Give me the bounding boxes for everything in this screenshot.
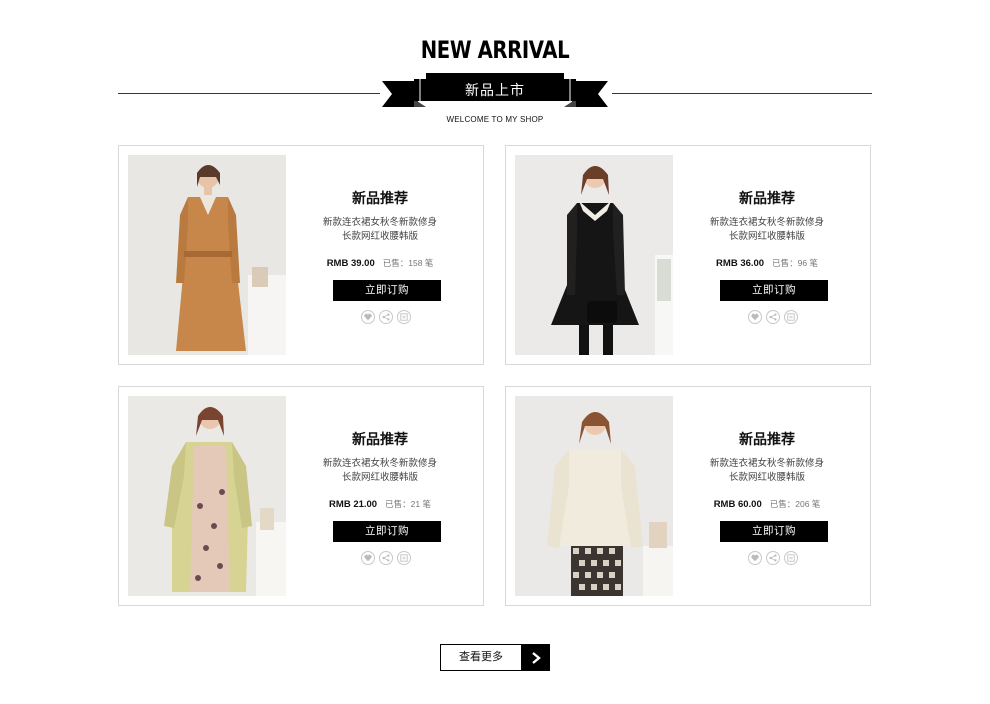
heart-icon[interactable] — [748, 310, 762, 324]
product-image[interactable] — [515, 396, 673, 596]
comment-icon[interactable] — [397, 551, 411, 565]
share-icon[interactable] — [379, 310, 393, 324]
description-line: 新款连衣裙女秋冬新款修身 — [322, 217, 437, 228]
product-info: 新品推荐 新款连衣裙女秋冬新款修身 长款网红收腰韩版 RMB 36.00 已售：9… — [702, 146, 832, 366]
divider-left — [118, 93, 380, 94]
price-row: RMB 36.00 已售：96 笔 — [702, 257, 832, 271]
heart-icon[interactable] — [361, 551, 375, 565]
product-name: 新品推荐 — [739, 190, 795, 206]
product-description: 新款连衣裙女秋冬新款修身 长款网红收腰韩版 — [309, 457, 451, 485]
product-image[interactable] — [128, 155, 286, 355]
action-icons — [361, 310, 421, 324]
buy-now-button[interactable]: 立即订购 — [720, 280, 828, 301]
description-line: 新款连衣裙女秋冬新款修身 — [709, 217, 824, 228]
product-card: 新品推荐 新款连衣裙女秋冬新款修身 长款网红收腰韩版 RMB 21.00 已售：2… — [118, 386, 484, 606]
sold-count: 已售：21 笔 — [385, 499, 431, 509]
action-icons — [748, 310, 808, 324]
action-icons — [748, 551, 808, 565]
product-name: 新品推荐 — [739, 431, 795, 447]
buy-now-button[interactable]: 立即订购 — [720, 521, 828, 542]
buy-now-button[interactable]: 立即订购 — [333, 521, 441, 542]
product-price: RMB 36.00 — [716, 258, 765, 269]
description-line: 长款网红收腰韩版 — [728, 231, 805, 242]
ribbon-banner: 新品上市 — [382, 73, 608, 109]
share-icon[interactable] — [379, 551, 393, 565]
description-line: 新款连衣裙女秋冬新款修身 — [322, 458, 437, 469]
product-info: 新品推荐 新款连衣裙女秋冬新款修身 长款网红收腰韩版 RMB 39.00 已售：1… — [315, 146, 445, 366]
share-icon[interactable] — [766, 310, 780, 324]
sold-count: 已售：96 笔 — [772, 258, 818, 268]
section-title: NEW ARRIVAL — [420, 36, 570, 64]
product-card: 新品推荐 新款连衣裙女秋冬新款修身 长款网红收腰韩版 RMB 60.00 已售：2… — [505, 386, 871, 606]
description-line: 长款网红收腰韩版 — [341, 472, 418, 483]
section-subtitle: WELCOME TO MY SHOP — [446, 115, 544, 124]
comment-icon[interactable] — [784, 551, 798, 565]
description-line: 新款连衣裙女秋冬新款修身 — [709, 458, 824, 469]
ribbon-label: 新品上市 — [465, 82, 525, 98]
price-row: RMB 39.00 已售：158 笔 — [315, 257, 445, 271]
product-name: 新品推荐 — [352, 431, 408, 447]
sold-count: 已售：206 笔 — [769, 499, 821, 509]
sold-count: 已售：158 笔 — [382, 258, 434, 268]
share-icon[interactable] — [766, 551, 780, 565]
product-image[interactable] — [128, 396, 286, 596]
description-line: 长款网红收腰韩版 — [341, 231, 418, 242]
product-description: 新款连衣裙女秋冬新款修身 长款网红收腰韩版 — [696, 457, 838, 485]
product-card: 新品推荐 新款连衣裙女秋冬新款修身 长款网红收腰韩版 RMB 39.00 已售：1… — [118, 145, 484, 365]
product-image[interactable] — [515, 155, 673, 355]
view-more-button[interactable]: 查看更多 — [440, 644, 550, 671]
product-description: 新款连衣裙女秋冬新款修身 长款网红收腰韩版 — [309, 216, 451, 244]
comment-icon[interactable] — [784, 310, 798, 324]
product-name: 新品推荐 — [352, 190, 408, 206]
product-info: 新品推荐 新款连衣裙女秋冬新款修身 长款网红收腰韩版 RMB 21.00 已售：2… — [315, 387, 445, 607]
chevron-right-icon[interactable] — [522, 644, 550, 671]
heart-icon[interactable] — [748, 551, 762, 565]
description-line: 长款网红收腰韩版 — [728, 472, 805, 483]
comment-icon[interactable] — [397, 310, 411, 324]
product-card: 新品推荐 新款连衣裙女秋冬新款修身 长款网红收腰韩版 RMB 36.00 已售：9… — [505, 145, 871, 365]
product-description: 新款连衣裙女秋冬新款修身 长款网红收腰韩版 — [696, 216, 838, 244]
action-icons — [361, 551, 421, 565]
new-arrival-section: NEW ARRIVAL 新品上市 WELCOME TO MY SHOP 新品推荐… — [0, 0, 990, 704]
view-more-label[interactable]: 查看更多 — [440, 644, 522, 671]
divider-right — [612, 93, 872, 94]
product-price: RMB 39.00 — [326, 258, 375, 269]
heart-icon[interactable] — [361, 310, 375, 324]
product-price: RMB 60.00 — [713, 499, 762, 510]
buy-now-button[interactable]: 立即订购 — [333, 280, 441, 301]
price-row: RMB 60.00 已售：206 笔 — [702, 498, 832, 512]
product-price: RMB 21.00 — [329, 499, 378, 510]
price-row: RMB 21.00 已售：21 笔 — [315, 498, 445, 512]
product-info: 新品推荐 新款连衣裙女秋冬新款修身 长款网红收腰韩版 RMB 60.00 已售：2… — [702, 387, 832, 607]
